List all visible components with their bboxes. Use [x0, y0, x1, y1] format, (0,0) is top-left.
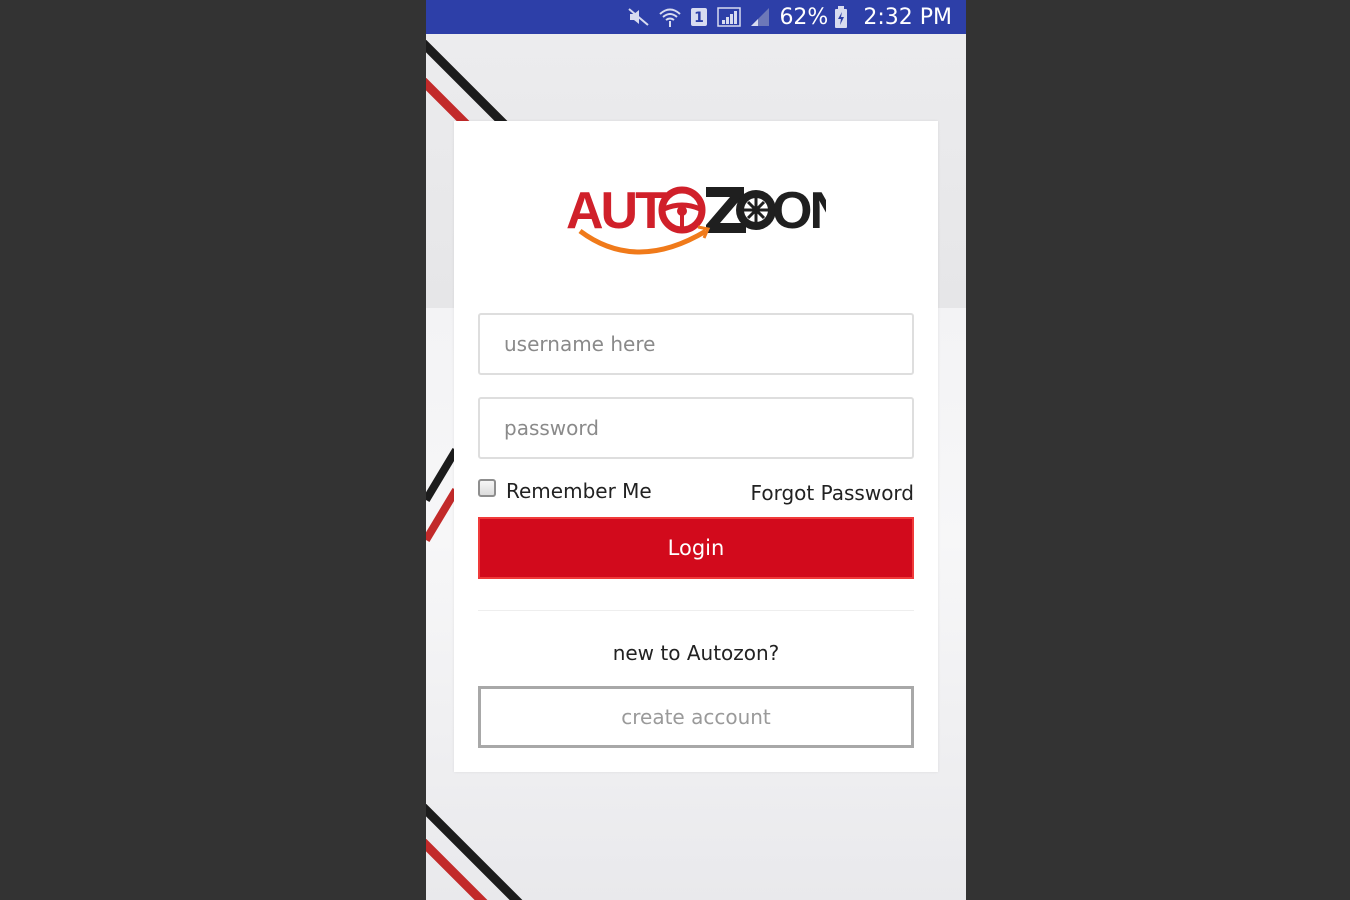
signal-weak-icon: [750, 7, 770, 27]
wifi-icon: [659, 7, 682, 27]
svg-text:1: 1: [695, 10, 705, 26]
signal-icon: [717, 7, 742, 27]
new-account-prompt: new to Autozon?: [612, 641, 780, 665]
autozon-logo: AUT O: [566, 173, 847, 263]
steering-wheel-icon: [658, 186, 706, 234]
remember-me[interactable]: Remember Me: [478, 479, 652, 503]
decorative-stripes-bottom: [426, 803, 523, 900]
login-card: AUT O username here Remember Me Forgot P…: [454, 121, 938, 772]
login-button[interactable]: Login: [478, 517, 914, 579]
battery-charging-icon: [834, 6, 848, 28]
create-account-button[interactable]: create account: [478, 686, 914, 748]
status-bar: 1 62% 2:32 PM: [426, 0, 966, 34]
forgot-password-link[interactable]: Forgot Password: [751, 481, 914, 505]
remember-me-label[interactable]: Remember Me: [506, 479, 652, 503]
battery-percent: 62%: [779, 4, 829, 30]
logo-text-right: ON: [772, 182, 826, 240]
mute-icon: [628, 8, 650, 26]
password-input[interactable]: [478, 397, 914, 459]
wheel-icon: [736, 190, 776, 230]
sim-icon: 1: [690, 7, 708, 27]
remember-me-checkbox[interactable]: [478, 479, 496, 497]
phone-screen: 1 62% 2:32 PM AUT O username here Rememb…: [426, 0, 966, 900]
username-input[interactable]: [478, 313, 914, 375]
divider: [478, 610, 914, 611]
clock: 2:32 PM: [863, 4, 952, 30]
